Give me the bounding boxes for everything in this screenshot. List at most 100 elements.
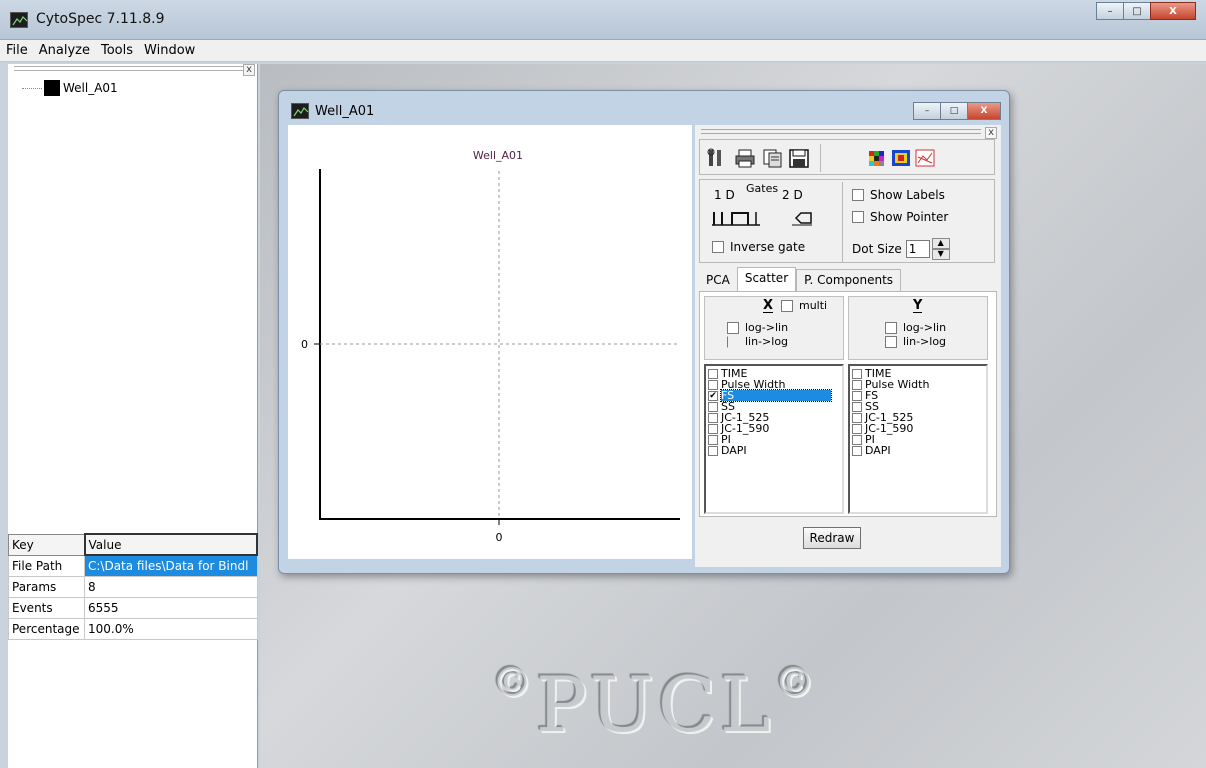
close-button[interactable]: X: [1150, 2, 1196, 20]
x-axis-header: X multi log->lin lin->log: [704, 296, 844, 360]
menu-window[interactable]: Window: [138, 43, 200, 58]
window-icon: [291, 103, 309, 119]
tab-scatter[interactable]: Scatter: [736, 267, 797, 291]
x-lin-to-log-checkbox[interactable]: lin->log: [727, 335, 788, 348]
dataset-panel: x Well_A01 Key Value File Path C:\Data f…: [8, 64, 258, 768]
plot-window: Well_A01 – □ X Well_A01 0 0 x 1 D Gates …: [278, 90, 1010, 574]
window-controls: – □ X: [1096, 2, 1196, 20]
tab-p-components[interactable]: P. Components: [796, 269, 902, 291]
checkbox-box[interactable]: [852, 189, 864, 201]
redraw-button[interactable]: Redraw: [803, 527, 861, 549]
chart-icon[interactable]: [914, 148, 936, 168]
menu-tools[interactable]: Tools: [95, 43, 138, 58]
tree-item-well[interactable]: Well_A01: [22, 80, 118, 96]
tree-item-label: Well_A01: [63, 81, 118, 95]
table-row[interactable]: Events 6555: [8, 596, 258, 619]
row-value[interactable]: 100.0%: [84, 617, 258, 640]
panel-close-icon[interactable]: x: [243, 64, 255, 76]
maximize-button[interactable]: □: [1123, 2, 1151, 20]
minimize-button[interactable]: –: [913, 102, 941, 120]
scatter-plot[interactable]: Well_A01 0 0: [288, 125, 692, 559]
x-parameter-list[interactable]: TIME Pulse Width ✔ FS SS JC-1_525 JC-1_59…: [704, 364, 844, 514]
y-tick-label: 0: [301, 338, 308, 351]
row-key: Events: [8, 596, 85, 619]
row-value[interactable]: C:\Data files\Data for Bindl: [84, 554, 258, 577]
dot-size-control: Dot Size 1 ▲ ▼: [852, 238, 950, 260]
scatter-tab-panel: X multi log->lin lin->log TIME Pulse Wid…: [699, 291, 997, 517]
show-labels-checkbox[interactable]: Show Labels: [852, 188, 945, 202]
menubar: File Analyze Tools Window: [0, 40, 1206, 62]
toolbar-separator: [820, 144, 821, 172]
spin-up-button[interactable]: ▲: [931, 238, 950, 249]
row-value[interactable]: 8: [84, 575, 258, 598]
panel-grip[interactable]: [14, 66, 250, 71]
checkbox-label: Inverse gate: [730, 240, 806, 254]
table-row[interactable]: File Path C:\Data files\Data for Bindl: [8, 554, 258, 577]
maximize-button[interactable]: □: [940, 102, 968, 120]
table-row[interactable]: Percentage 100.0%: [8, 617, 258, 640]
checkbox-box[interactable]: [885, 321, 897, 334]
y-axis-label: Y: [913, 298, 923, 313]
tab-pca[interactable]: PCA: [699, 269, 737, 291]
gate-1d-icon[interactable]: [712, 210, 762, 226]
y-log-to-lin-checkbox[interactable]: log->lin: [885, 321, 946, 334]
checkbox-box[interactable]: [727, 335, 739, 348]
dot-size-input[interactable]: 1: [905, 240, 930, 258]
save-icon[interactable]: [788, 148, 810, 168]
x-tick-label: 0: [496, 531, 503, 544]
checkbox-label: lin->log: [903, 335, 947, 348]
spin-down-button[interactable]: ▼: [931, 249, 950, 260]
x-axis-settings: X multi log->lin lin->log TIME Pulse Wid…: [704, 296, 846, 514]
print-icon[interactable]: [734, 148, 756, 168]
app-icon: [10, 12, 28, 28]
tab-strip: PCA Scatter P. Components: [699, 267, 902, 291]
multi-checkbox[interactable]: multi: [781, 299, 827, 312]
y-axis-settings: Y log->lin lin->log TIME Pulse Width FS …: [848, 296, 990, 514]
tools-icon[interactable]: [706, 148, 728, 168]
panel-grip[interactable]: [701, 129, 981, 134]
control-panel: x 1 D Gates 2 D Inverse gate Show Labels…: [695, 125, 1001, 567]
checkbox-label: lin->log: [745, 335, 789, 348]
checkbox-label: log->lin: [745, 321, 789, 334]
gate-2d-icon[interactable]: [792, 210, 814, 226]
dot-size-spinner: ▲ ▼: [931, 238, 950, 260]
tree-connector: [22, 87, 42, 89]
checkbox-box[interactable]: [852, 211, 864, 223]
checkbox-box[interactable]: [781, 299, 793, 312]
x-log-to-lin-checkbox[interactable]: log->lin: [727, 321, 788, 334]
row-key: File Path: [8, 554, 85, 577]
copy-icon[interactable]: [762, 148, 784, 168]
app-title: CytoSpec 7.11.8.9: [36, 11, 165, 27]
list-item[interactable]: DAPI: [706, 445, 842, 456]
checkmark-icon: ✔: [708, 390, 718, 401]
window-title: Well_A01: [315, 104, 375, 119]
checkbox-label: Show Pointer: [870, 210, 949, 224]
gate-2d-label: 2 D: [782, 188, 803, 202]
heatmap-icon[interactable]: [890, 148, 912, 168]
inverse-gate-checkbox[interactable]: Inverse gate: [712, 240, 805, 254]
plot-svg: Well_A01 0 0: [301, 149, 680, 544]
checkbox-box[interactable]: [885, 335, 897, 348]
minimize-button[interactable]: –: [1096, 2, 1124, 20]
table-row[interactable]: Params 8: [8, 575, 258, 598]
menu-analyze[interactable]: Analyze: [33, 43, 95, 58]
close-button[interactable]: X: [967, 102, 1001, 120]
y-lin-to-log-checkbox[interactable]: lin->log: [885, 335, 946, 348]
plot-title: Well_A01: [473, 149, 523, 162]
dot-size-label: Dot Size: [852, 242, 902, 256]
color-grid-icon[interactable]: [866, 148, 888, 168]
checkbox-box[interactable]: [712, 241, 724, 253]
checkbox-box[interactable]: [727, 321, 739, 334]
y-parameter-list[interactable]: TIME Pulse Width FS SS JC-1_525 JC-1_590…: [848, 364, 988, 514]
column-header-key[interactable]: Key: [8, 533, 85, 556]
panel-close-icon[interactable]: x: [985, 127, 997, 139]
menu-file[interactable]: File: [0, 43, 33, 58]
column-header-value[interactable]: Value: [83, 533, 258, 556]
row-key: Params: [8, 575, 85, 598]
y-axis-header: Y log->lin lin->log: [848, 296, 988, 360]
main-titlebar: CytoSpec 7.11.8.9 – □ X: [0, 0, 1206, 40]
row-value[interactable]: 6555: [84, 596, 258, 619]
checkbox-label: multi: [799, 299, 828, 312]
show-pointer-checkbox[interactable]: Show Pointer: [852, 210, 948, 224]
list-item[interactable]: DAPI: [850, 445, 986, 456]
